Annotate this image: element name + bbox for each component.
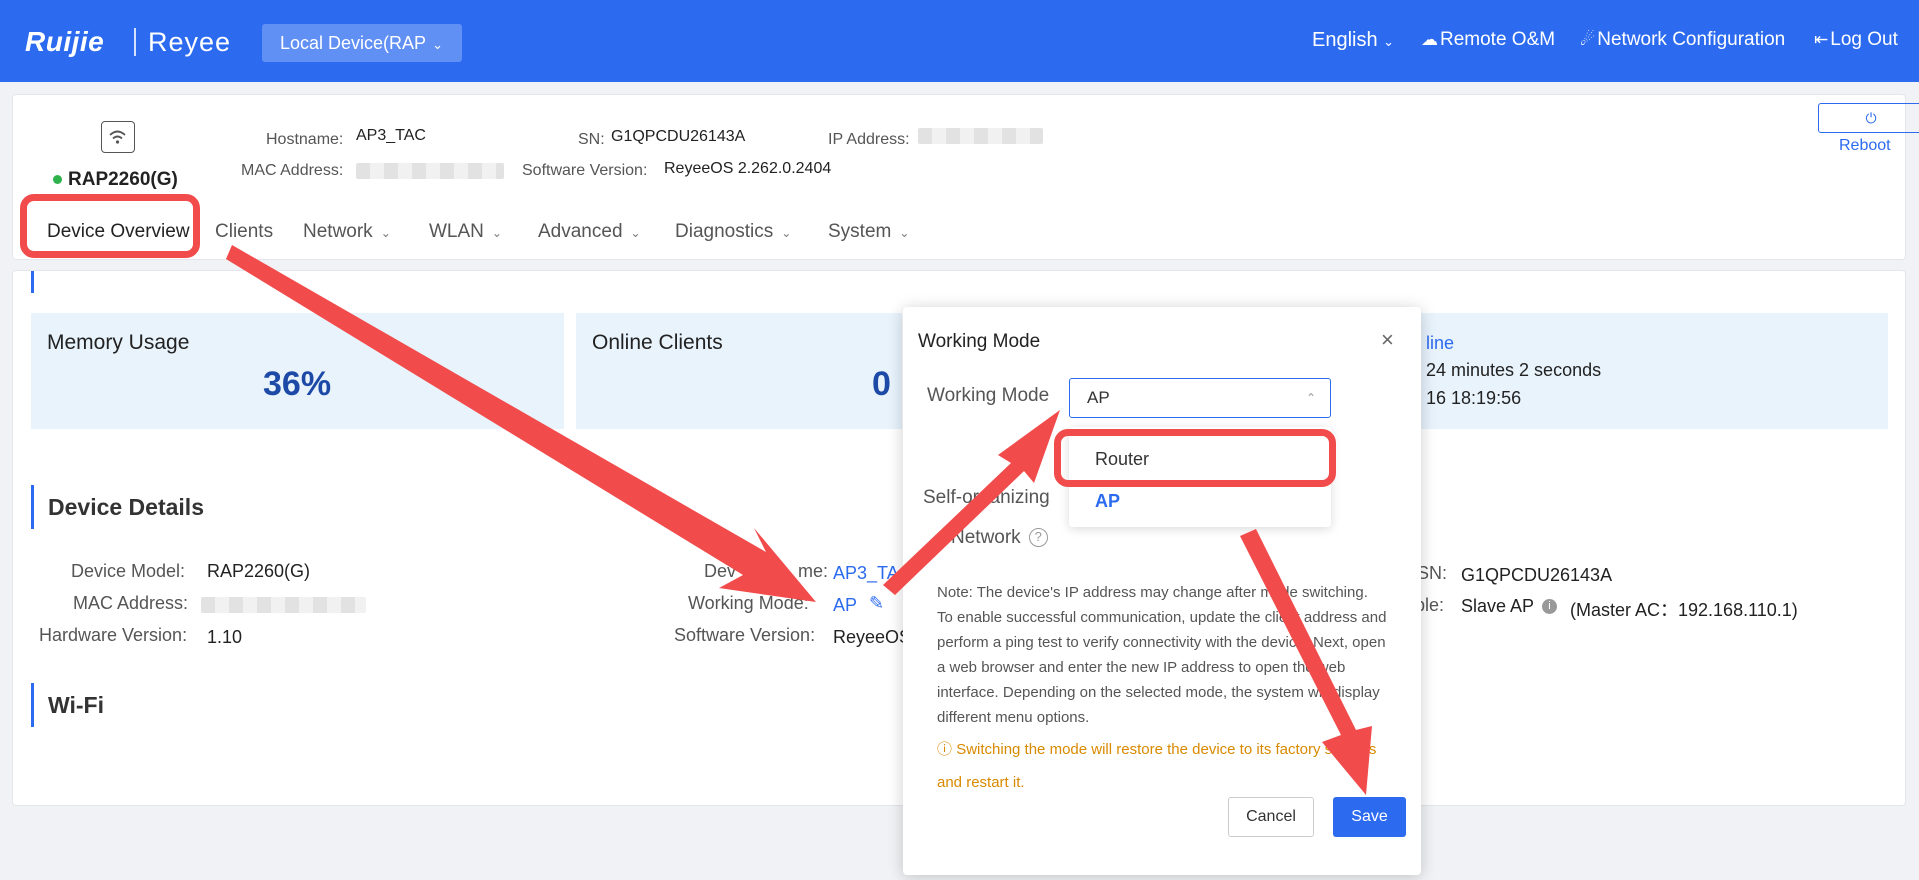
chevron-down-icon: ⌄	[432, 37, 443, 52]
hostname-label: Hostname:	[266, 131, 344, 148]
online-clients-value: 0	[872, 365, 891, 403]
sn-value: G1QPCDU26143A	[611, 128, 746, 145]
memory-usage-card: Memory Usage 36%	[31, 313, 564, 429]
reboot-button[interactable]: ⏻	[1818, 103, 1919, 133]
device-name-value[interactable]: AP3_TA	[833, 563, 899, 584]
logout-link[interactable]: ⇤ Log Out	[1814, 29, 1898, 51]
memory-usage-title: Memory Usage	[47, 331, 190, 354]
highlight-device-overview	[20, 194, 200, 258]
memory-usage-value: 36%	[263, 365, 332, 403]
device-header-card: RAP2260(G) Hostname: AP3_TAC SN: G1QPCDU…	[12, 94, 1919, 260]
tab-diagnostics[interactable]: Diagnostics ⌄	[675, 221, 791, 243]
highlight-router-option	[1054, 429, 1336, 487]
chevron-up-icon: ⌃	[1305, 391, 1316, 405]
local-device-select[interactable]: Local Device(RAP ⌄	[262, 24, 462, 62]
working-mode-label: Working Mode:	[688, 593, 809, 613]
chevron-down-icon: ⌄	[630, 226, 641, 240]
chevron-down-icon: ⌄	[781, 226, 792, 240]
cloud-icon: ☁	[1421, 30, 1438, 49]
hostname-value: AP3_TAC	[356, 127, 426, 144]
software-version-label: Software Version:	[522, 162, 648, 179]
hardware-version-value: 1.10	[207, 627, 243, 647]
tab-network[interactable]: Network ⌄	[303, 221, 391, 243]
device-name-label-end: me:	[798, 561, 829, 581]
ip-address-redacted	[918, 128, 1043, 144]
device-details-title: Device Details	[31, 485, 204, 529]
logout-icon: ⇤	[1814, 30, 1829, 49]
online-clients-card: Online Clients 0	[576, 313, 902, 429]
mac-address-label: MAC Address:	[241, 162, 344, 179]
tab-system[interactable]: System ⌄	[828, 221, 909, 243]
wifi-section-title: Wi-Fi	[31, 683, 104, 727]
tab-wlan[interactable]: WLAN ⌄	[429, 221, 502, 243]
self-organizing-label: Self-organizing	[923, 487, 1050, 508]
wifi-device-icon	[101, 121, 135, 153]
reyee-logo: Reyee	[148, 27, 232, 57]
ip-address-label: IP Address:	[828, 131, 910, 148]
info-icon[interactable]: i	[1542, 599, 1557, 614]
uptime-value: 24 minutes 2 seconds	[1426, 360, 1602, 380]
tab-clients[interactable]: Clients	[215, 221, 273, 243]
status-value: line	[1426, 333, 1455, 353]
device-model-status: RAP2260(G)	[53, 169, 178, 191]
cancel-button[interactable]: Cancel	[1228, 797, 1314, 837]
save-button[interactable]: Save	[1333, 797, 1406, 837]
device-role-value: Slave AP	[1461, 596, 1535, 616]
mode-switch-note: Note: The device's IP address may change…	[937, 584, 1387, 726]
sn-label: SN:	[578, 131, 605, 148]
network-configuration-link[interactable]: ☄ Network Configuration	[1580, 29, 1785, 51]
chevron-down-icon: ⌄	[491, 226, 502, 240]
online-clients-title: Online Clients	[592, 331, 723, 354]
reboot-label[interactable]: Reboot	[1839, 137, 1891, 155]
dialog-title: Working Mode	[918, 331, 1041, 352]
software-version-value: ReyeeOS 2.262.0.2404	[664, 160, 832, 177]
close-icon[interactable]: ×	[1381, 327, 1394, 353]
system-time-value: 16 18:19:56	[1426, 388, 1522, 408]
self-organizing-label-2: Network?	[951, 527, 1048, 549]
help-icon[interactable]: ?	[1028, 528, 1048, 548]
power-icon: ⏻	[1865, 110, 1877, 126]
chevron-down-icon: ⌄	[1383, 34, 1395, 49]
tab-advanced[interactable]: Advanced ⌄	[538, 221, 641, 243]
online-status-dot	[53, 175, 62, 185]
mac-address-redacted	[356, 163, 504, 179]
sn-value: G1QPCDU26143A	[1461, 565, 1613, 585]
software-version-value: ReyeeOS	[833, 627, 912, 647]
working-mode-label: Working Mode	[927, 385, 1050, 406]
hardware-version-label: Hardware Version:	[39, 625, 188, 645]
edit-icon[interactable]: ✎	[869, 593, 884, 614]
software-version-label: Software Version:	[674, 625, 816, 645]
logo-divider	[134, 28, 136, 56]
rocket-icon: ☄	[1580, 30, 1596, 49]
device-name-label: Dev	[704, 561, 737, 581]
mac-address-redacted	[201, 597, 366, 613]
working-mode-dialog: Working Mode × Working Mode AP ⌃ Self-or…	[903, 307, 1421, 875]
option-ap[interactable]: AP	[1095, 491, 1120, 512]
remote-om-link[interactable]: ☁ Remote O&M	[1421, 29, 1555, 51]
language-select[interactable]: English ⌄	[1312, 29, 1394, 52]
device-info-section-title	[31, 271, 54, 293]
device-model-value: RAP2260(G)	[207, 561, 311, 581]
mac-address-label: MAC Address:	[73, 593, 189, 613]
status-card: line 24 minutes 2 seconds 16 18:19:56	[1398, 313, 1888, 429]
sn-label: SN:	[1417, 563, 1448, 583]
top-bar: Ruijie Reyee Local Device(RAP ⌄ English ⌄…	[0, 0, 1919, 82]
working-mode-select[interactable]: AP ⌃	[1069, 378, 1331, 418]
master-ac-value: (Master AC：192.168.110.1)	[1570, 600, 1798, 620]
ruijie-logo: Ruijie	[25, 26, 105, 57]
factory-reset-warning: ⓘ Switching the mode will restore the de…	[937, 741, 1377, 791]
chevron-down-icon: ⌄	[380, 226, 391, 240]
device-model-label: Device Model:	[71, 561, 186, 581]
chevron-down-icon: ⌄	[899, 226, 910, 240]
working-mode-value[interactable]: AP	[833, 595, 857, 616]
warning-icon: ⓘ	[937, 741, 953, 758]
